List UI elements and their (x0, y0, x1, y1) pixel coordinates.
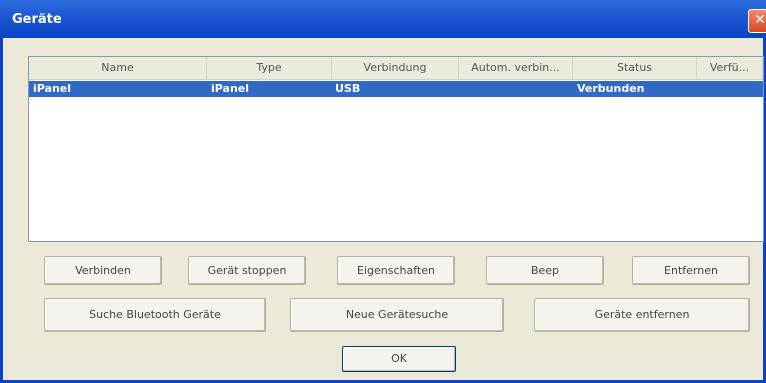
cell-connection: USB (335, 82, 361, 95)
remove-devices-button[interactable]: Geräte entfernen (534, 298, 750, 332)
title-bar: Geräte ✕ (0, 0, 766, 38)
cell-type: iPanel (211, 82, 250, 95)
frame-left (0, 38, 3, 383)
remove-button[interactable]: Entfernen (632, 256, 750, 285)
cell-name: iPanel (33, 82, 72, 95)
column-header-type[interactable]: Type (207, 57, 332, 79)
column-header-available[interactable]: Verfü... (697, 57, 763, 79)
connect-button[interactable]: Verbinden (44, 256, 162, 285)
new-device-search-button[interactable]: Neue Gerätesuche (290, 298, 504, 332)
close-icon[interactable]: ✕ (748, 9, 766, 33)
column-header-status[interactable]: Status (573, 57, 697, 79)
window-title: Geräte (12, 12, 62, 27)
ok-button[interactable]: OK (342, 346, 456, 372)
stop-device-button[interactable]: Gerät stoppen (188, 256, 306, 285)
list-header: Name Type Verbindung Autom. verbin... St… (29, 57, 763, 80)
beep-button[interactable]: Beep (486, 256, 604, 285)
properties-button[interactable]: Eigenschaften (337, 256, 455, 285)
device-list[interactable]: Name Type Verbindung Autom. verbin... St… (28, 56, 764, 242)
devices-dialog: Geräte ✕ Name Type Verbindung Autom. ver… (0, 0, 766, 383)
list-row-selected[interactable]: iPanel iPanel USB Verbunden (29, 81, 763, 97)
cell-status: Verbunden (577, 82, 645, 95)
column-header-auto-connect[interactable]: Autom. verbin... (459, 57, 573, 79)
search-bluetooth-button[interactable]: Suche Bluetooth Geräte (44, 298, 266, 332)
column-header-connection[interactable]: Verbindung (332, 57, 459, 79)
column-header-name[interactable]: Name (29, 57, 207, 79)
